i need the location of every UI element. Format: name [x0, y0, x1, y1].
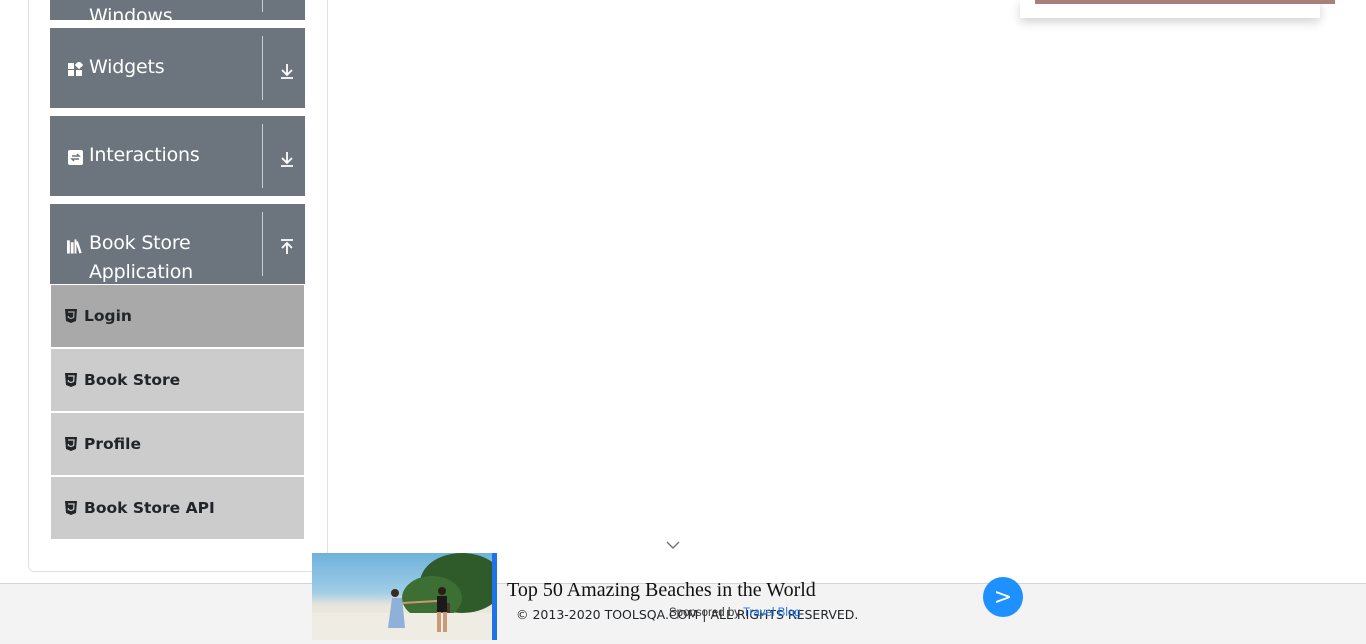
group-header-widgets[interactable]: Widgets: [50, 28, 305, 108]
sidebar-item-label: Login: [84, 307, 132, 325]
ad-sponsored-prefix: Sponsored by: [669, 607, 743, 619]
ad-go-button[interactable]: >: [983, 577, 1023, 617]
html5-icon: [65, 309, 77, 323]
download-arrow-icon[interactable]: [274, 146, 300, 172]
group-header-interactions[interactable]: Interactions: [50, 116, 305, 196]
interactions-icon: [67, 149, 83, 165]
ad-sponsored-brand[interactable]: Travel Blog: [743, 607, 801, 619]
group-header-alerts-frame-windows[interactable]: Windows: [50, 0, 305, 27]
group-label: Windows: [89, 5, 173, 27]
upload-arrow-icon[interactable]: [274, 234, 300, 260]
group-separator: [262, 124, 263, 188]
books-icon: [67, 238, 83, 254]
group-label-line2: Application: [89, 261, 193, 283]
group-separator: [262, 0, 263, 12]
beach-thumbnail[interactable]: [312, 553, 492, 640]
group-label: Interactions: [89, 144, 200, 166]
ad-headline[interactable]: Top 50 Amazing Beaches in the World: [507, 579, 816, 602]
group-separator: [262, 212, 263, 276]
ad-sponsored-line: Sponsored by Travel Blog: [669, 607, 801, 619]
group-label: Widgets: [89, 56, 165, 78]
widgets-icon: [67, 61, 83, 77]
html5-icon: [65, 373, 77, 387]
ad-card-image-strip: [1035, 0, 1335, 4]
sidebar-item-book-store-api[interactable]: Book Store API: [51, 477, 304, 539]
download-arrow-icon[interactable]: [274, 58, 300, 84]
sidebar-item-login[interactable]: Login: [51, 285, 304, 347]
banner-accent-bar: [492, 553, 497, 640]
sponsored-banner[interactable]: Top 50 Amazing Beaches in the World Spon…: [312, 553, 1032, 643]
html5-icon: [65, 437, 77, 451]
html5-icon: [65, 501, 77, 515]
ad-card[interactable]: [1020, 0, 1335, 18]
sidebar-item-label: Book Store: [84, 371, 181, 389]
sidebar-item-label: Book Store API: [84, 499, 215, 517]
group-header-book-store-application[interactable]: Book Store Application: [50, 204, 305, 284]
sidebar-item-label: Profile: [84, 435, 141, 453]
chevron-down-icon[interactable]: [664, 538, 682, 552]
sidebar-item-profile[interactable]: Profile: [51, 413, 304, 475]
sidebar-item-book-store[interactable]: Book Store: [51, 349, 304, 411]
group-label: Book Store: [89, 232, 191, 254]
group-separator: [262, 36, 263, 100]
